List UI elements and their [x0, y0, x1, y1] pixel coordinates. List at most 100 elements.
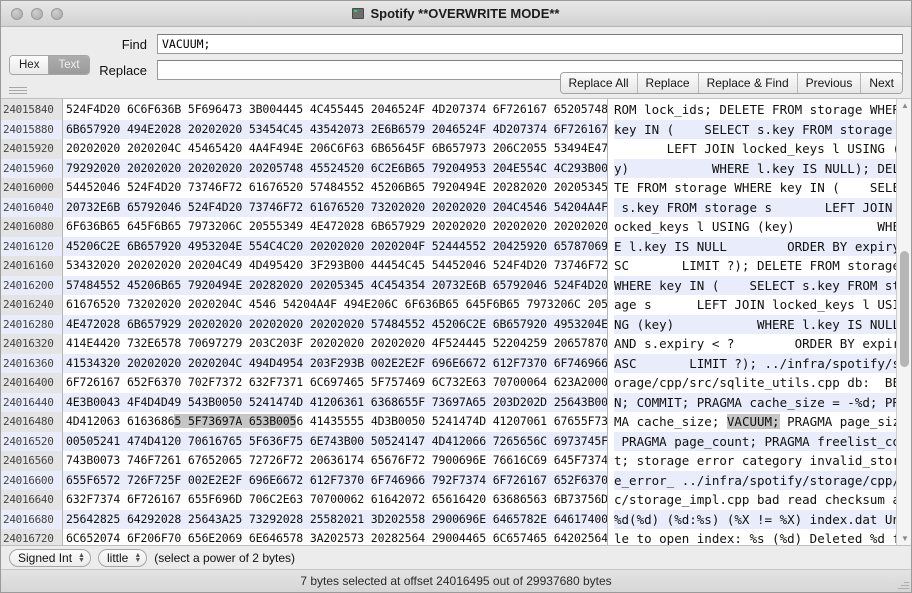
hex-row[interactable]: 54452046 524F4D20 73746F72 61676520 5748… — [63, 178, 607, 198]
data-inspector-bar: Signed Int ▲ ▼ little ▲ ▼ (select a power … — [1, 546, 911, 570]
selected-ascii-text[interactable]: VACUUM; — [726, 414, 780, 429]
replace-all-button[interactable]: Replace All — [560, 73, 637, 93]
hex-row[interactable]: 6B657920 494E2028 20202020 53454C45 4354… — [63, 119, 607, 139]
hex-row[interactable]: 45206C2E 6B657920 4953204E 554C4C20 2020… — [63, 236, 607, 256]
ascii-row[interactable]: key IN ( SELECT s.key FROM storage s — [614, 119, 911, 139]
hex-row[interactable]: 20202020 2020204C 45465420 4A4F494E 206C… — [63, 139, 607, 159]
hex-row[interactable]: 6C652074 6F206F70 656E2069 6E646578 3A20… — [63, 529, 607, 545]
zoom-button[interactable] — [51, 7, 63, 20]
hex-row[interactable]: 4E472028 6B657929 20202020 20202020 2020… — [63, 314, 607, 334]
offset-label: 24016520 — [1, 431, 62, 451]
hex-row[interactable]: 524F4D20 6C6F636B 5F696473 3B004445 4C45… — [63, 100, 607, 120]
ascii-row[interactable]: c/storage_impl.cpp bad read checksum at — [614, 490, 911, 510]
hex-row[interactable]: 25642825 64292028 25643A25 73292028 2558… — [63, 509, 607, 529]
hex-row[interactable]: 20732E6B 65792046 524F4D20 73746F72 6167… — [63, 197, 607, 217]
window-resize-corner[interactable] — [897, 578, 909, 590]
ascii-row[interactable]: MA cache_size; VACUUM; PRAGMA page_size; — [614, 412, 911, 432]
offset-label: 24016720 — [3, 532, 54, 545]
offset-label: 24016600 — [1, 470, 62, 490]
vertical-scrollbar[interactable]: ▲ ▼ — [896, 99, 911, 545]
minimize-button[interactable] — [31, 7, 43, 20]
find-action-buttons[interactable]: Replace All Replace Replace & Find Previ… — [559, 72, 903, 94]
hex-editor-window: Spotify **OVERWRITE MODE** Hex Text Find… — [0, 0, 912, 593]
hex-row[interactable]: 57484552 45206B65 7920494E 20282020 2020… — [63, 275, 607, 295]
chevron-updown-icon: ▲ ▼ — [134, 551, 142, 564]
replace-button[interactable]: Replace — [636, 73, 698, 93]
offset-label: 24015920 — [3, 142, 54, 155]
ascii-row[interactable]: age s LEFT JOIN locked_keys l USI — [614, 295, 911, 315]
ascii-row[interactable]: E l.key IS NULL ORDER BY expiry A — [614, 236, 911, 256]
replace-and-find-button[interactable]: Replace & Find — [697, 73, 797, 93]
hex-row[interactable]: 655F6572 726F725F 002E2E2F 696E6672 612F… — [63, 470, 607, 490]
selected-hex-bytes[interactable]: 5 5F73697A 653B005 — [174, 414, 296, 428]
hex-row[interactable]: 79292020 20202020 20202020 20205748 4552… — [63, 158, 607, 178]
hex-row[interactable]: 4D412063 61636865 5F73697A 653B0056 4143… — [63, 412, 607, 432]
hex-bytes-column[interactable]: 524F4D20 6C6F636B 5F696473 3B004445 4C45… — [63, 99, 608, 545]
find-label: Find — [121, 36, 147, 52]
hex-row[interactable]: 00505241 474D4120 70616765 5F636F75 6E74… — [63, 431, 607, 451]
next-button[interactable]: Next — [860, 73, 902, 93]
hex-row[interactable]: 41534320 20202020 2020204C 494D4954 203F… — [63, 353, 607, 373]
window-title: Spotify **OVERWRITE MODE** — [370, 6, 560, 21]
scroll-up-arrow-icon[interactable]: ▲ — [901, 101, 909, 110]
offset-label: 24016280 — [1, 314, 62, 334]
offset-label: 24016160 — [3, 259, 54, 272]
resize-grip-icon[interactable] — [9, 87, 27, 96]
document-icon — [352, 8, 365, 19]
offset-label: 24015880 — [1, 119, 62, 139]
inspector-endian-select[interactable]: little ▲ ▼ — [97, 548, 148, 567]
hex-view[interactable]: 24015840 24015880 24015920 24015960 24016000… — [1, 99, 911, 546]
ascii-row[interactable]: LEFT JOIN locked_keys l USING (ke — [614, 139, 911, 159]
hex-row[interactable]: 4E3B0043 4F4D4D49 543B0050 5241474D 4120… — [63, 392, 607, 412]
find-input[interactable] — [157, 34, 903, 54]
ascii-row[interactable]: PRAGMA page_count; PRAGMA freelist_coun — [614, 431, 911, 451]
offset-label: 24016560 — [3, 454, 54, 467]
previous-button[interactable]: Previous — [796, 73, 861, 93]
ascii-row[interactable]: ASC LIMIT ?); ../infra/spotify/st — [614, 353, 911, 373]
inspector-endian-value: little — [106, 550, 129, 565]
hex-row[interactable]: 53432020 20202020 20204C49 4D495420 3F29… — [63, 256, 607, 276]
offset-label: 24016360 — [1, 353, 62, 373]
search-mode-segmented-control[interactable]: Hex Text — [9, 55, 90, 75]
ascii-row[interactable]: WHERE key IN ( SELECT s.key FROM stor — [614, 275, 911, 295]
ascii-row[interactable]: orage/cpp/src/sqlite_utils.cpp db: BEGI — [614, 373, 911, 393]
hex-row[interactable]: 6F636B65 645F6B65 7973206C 20555349 4E47… — [63, 217, 607, 237]
status-text: 7 bytes selected at offset 24016495 out … — [300, 574, 612, 588]
ascii-row[interactable]: ocked_keys l USING (key) WHER — [614, 217, 911, 237]
ascii-row[interactable]: TE FROM storage WHERE key IN ( SELECT — [614, 178, 911, 198]
hex-row[interactable]: 632F7374 6F726167 655F696D 706C2E63 7070… — [63, 490, 607, 510]
scroll-down-arrow-icon[interactable]: ▼ — [901, 534, 909, 543]
window-controls[interactable] — [11, 7, 63, 20]
ascii-row[interactable]: t; storage error category invalid_storag — [614, 451, 911, 471]
ascii-row[interactable]: AND s.expiry < ? ORDER BY expiry — [614, 334, 911, 354]
inspector-hint: (select a power of 2 bytes) — [154, 550, 295, 565]
offset-label: 24016240 — [3, 298, 54, 311]
offset-label: 24016320 — [3, 337, 54, 350]
title-center: Spotify **OVERWRITE MODE** — [1, 1, 911, 26]
title-bar[interactable]: Spotify **OVERWRITE MODE** — [1, 1, 911, 27]
hex-row[interactable]: 414E4420 732E6578 70697279 203C203F 2020… — [63, 334, 607, 354]
ascii-row[interactable]: e_error_ ../infra/spotify/storage/cpp/sr — [614, 470, 911, 490]
inspector-type-value: Signed Int — [18, 550, 73, 565]
ascii-row[interactable]: SC LIMIT ?); DELETE FROM storage — [614, 256, 911, 276]
scrollbar-thumb[interactable] — [900, 250, 909, 367]
offset-label: 24016400 — [3, 376, 54, 389]
offset-label: 24016080 — [3, 220, 54, 233]
ascii-row[interactable]: ROM lock_ids; DELETE FROM storage WHERE — [614, 100, 911, 120]
hex-row[interactable]: 6F726167 652F6370 702F7372 632F7371 6C69… — [63, 373, 607, 393]
offset-label: 24016000 — [3, 181, 54, 194]
offset-label: 24016480 — [3, 415, 54, 428]
ascii-text-column[interactable]: ROM lock_ids; DELETE FROM storage WHERE k… — [608, 99, 911, 545]
search-mode-text[interactable]: Text — [48, 56, 89, 74]
search-mode-hex[interactable]: Hex — [10, 56, 49, 74]
ascii-row[interactable]: y) WHERE l.key IS NULL); DELE — [614, 158, 911, 178]
ascii-row[interactable]: s.key FROM storage s LEFT JOIN l — [614, 197, 911, 217]
close-button[interactable] — [11, 7, 23, 20]
hex-row[interactable]: 61676520 73202020 2020204C 4546 54204A4F… — [63, 295, 607, 315]
ascii-row[interactable]: le to open index: %s (%d) Deleted %d fil — [614, 529, 911, 545]
inspector-type-select[interactable]: Signed Int ▲ ▼ — [9, 548, 91, 567]
hex-row[interactable]: 743B0073 746F7261 67652065 72726F72 2063… — [63, 451, 607, 471]
ascii-row[interactable]: %d(%d) (%d:%s) (%X != %X) index.dat Unab — [614, 509, 911, 529]
ascii-row[interactable]: NG (key) WHERE l.key IS NULL — [614, 314, 911, 334]
ascii-row[interactable]: N; COMMIT; PRAGMA cache_size = -%d; PRAG — [614, 392, 911, 412]
